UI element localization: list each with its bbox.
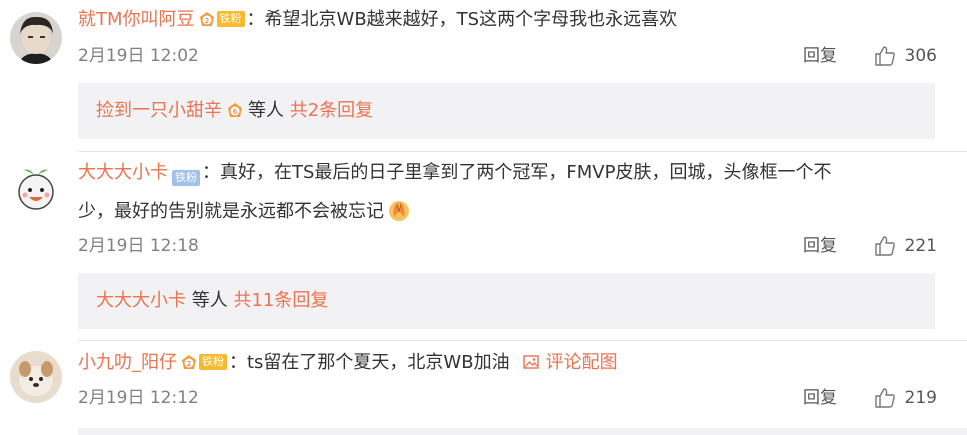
comment-body-line2: 少，最好的告别就是永远都不会被忘记: [78, 195, 937, 229]
username-link[interactable]: 大大大小卡: [78, 162, 168, 183]
thumbs-up-icon: [874, 236, 895, 256]
reply-suffix: 等人: [248, 100, 284, 121]
divider: [78, 151, 967, 152]
separator: ：: [229, 352, 247, 373]
replies-summary[interactable]: 大大大小卡 等人 共11条回复: [78, 273, 935, 329]
reply-user-link[interactable]: 捡到一只小甜辛: [96, 100, 222, 121]
divider: [78, 340, 967, 341]
avatar[interactable]: [10, 12, 62, 64]
reply-count-link[interactable]: 共2条回复: [290, 100, 373, 121]
badges: 铁粉: [171, 170, 200, 186]
reply-count-link[interactable]: 共11条回复: [233, 290, 328, 311]
fan-medal-icon: 6: [226, 101, 244, 119]
comment-body: 大大大小卡 铁粉 ：真好，在TS最后的日子里拿到了两个冠军，FMVP皮肤，回城，头像…: [78, 156, 937, 190]
like-button[interactable]: 306: [873, 41, 937, 71]
fan-badge: 铁粉: [199, 354, 227, 370]
comment-meta: 2月19日 12:12 回复 219: [78, 383, 937, 413]
avatar[interactable]: [10, 351, 62, 403]
comment-picture-link[interactable]: 评论配图: [522, 352, 618, 373]
fan-badge: 铁粉: [216, 11, 245, 27]
comment-meta: 2月19日 12:02 回复 306: [78, 41, 937, 71]
image-icon: [522, 353, 540, 371]
comment-text: 希望北京WB越来越好，TS这两个字母我也永远喜欢: [264, 9, 678, 30]
timestamp: 2月19日 12:02: [78, 46, 199, 66]
fan-medal-icon: 2: [198, 10, 216, 28]
svg-text:2: 2: [204, 17, 208, 25]
comment-text: ts留在了那个夏天，北京WB加油: [247, 352, 510, 373]
reply-user-link[interactable]: 大大大小卡: [96, 290, 186, 311]
comment-text-line2: 少，最好的告别就是永远都不会被忘记: [78, 201, 384, 222]
avatar-image: [10, 164, 62, 216]
like-count: 306: [904, 46, 937, 66]
next-reply-box-edge: [78, 428, 967, 435]
fan-medal-icon: 2: [180, 353, 198, 371]
fan-badge: 铁粉: [172, 170, 200, 186]
username-link[interactable]: 就TM你叫阿豆: [78, 9, 195, 30]
username-link[interactable]: 小九叻_阳仔: [78, 352, 177, 373]
praying-hands-emoji: [386, 197, 412, 223]
avatar-image: [10, 351, 62, 403]
thumbs-up-icon: [874, 46, 895, 66]
comment-meta: 2月19日 12:18 回复 221: [78, 231, 937, 261]
thumbs-up-icon: [874, 388, 895, 408]
comment-body: 就TM你叫阿豆 2 铁粉 ：希望北京WB越来越好，TS这两个字母我也永远喜欢: [78, 3, 937, 37]
avatar-image: [10, 12, 62, 64]
separator: ：: [246, 9, 265, 30]
replies-summary[interactable]: 捡到一只小甜辛 6 等人 共2条回复: [78, 83, 935, 139]
timestamp: 2月19日 12:18: [78, 236, 199, 256]
like-count: 221: [904, 236, 937, 256]
picture-link-label: 评论配图: [545, 352, 618, 373]
svg-text:6: 6: [233, 108, 238, 116]
reply-button[interactable]: 回复: [803, 231, 837, 261]
comment-body: 小九叻_阳仔 2 铁粉 ：ts留在了那个夏天，北京WB加油 评论配图: [78, 346, 937, 380]
reply-button[interactable]: 回复: [803, 383, 837, 413]
separator: ：: [202, 162, 220, 183]
like-button[interactable]: 221: [873, 231, 937, 261]
svg-text:2: 2: [187, 360, 191, 368]
badges: 2 铁粉: [180, 353, 227, 371]
reply-button[interactable]: 回复: [803, 41, 837, 71]
avatar[interactable]: [10, 164, 62, 216]
badges: 2 铁粉: [198, 10, 245, 28]
reply-suffix: 等人: [191, 290, 228, 311]
timestamp: 2月19日 12:12: [78, 388, 199, 408]
like-button[interactable]: 219: [873, 383, 937, 413]
comment-text-line1: 真好，在TS最后的日子里拿到了两个冠军，FMVP皮肤，回城，头像框一个不: [220, 162, 832, 183]
like-count: 219: [904, 388, 937, 408]
